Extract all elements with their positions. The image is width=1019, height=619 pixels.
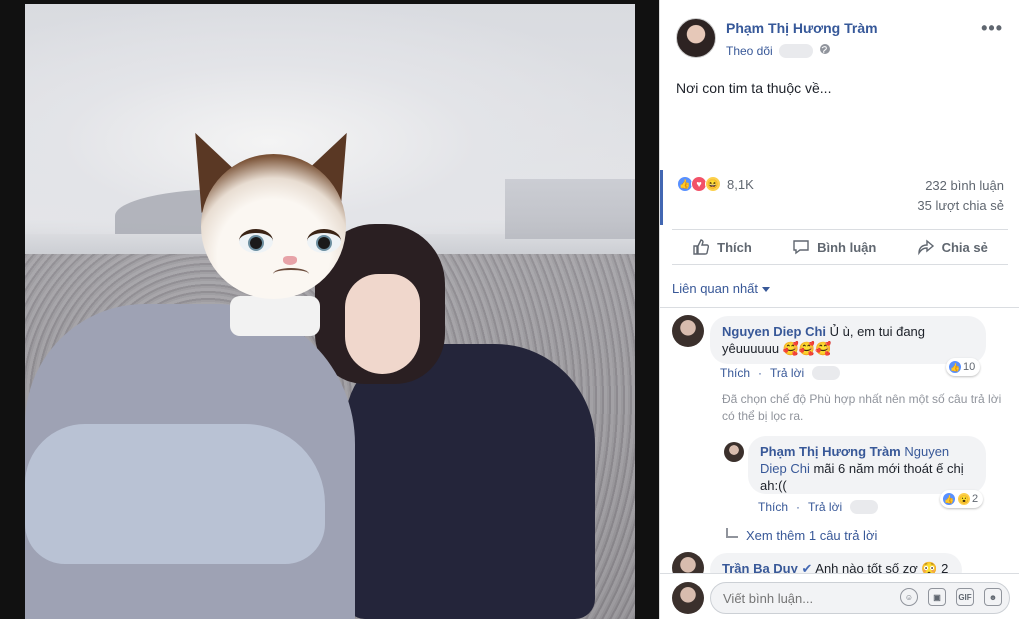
see-more-label: Xem thêm 1 câu trả lời [746, 528, 878, 543]
haha-reaction-icon: 😆 [705, 176, 721, 192]
cat-head [201, 154, 346, 299]
cat-mouth [273, 268, 309, 280]
author-name[interactable]: Phạm Thị Hương Tràm [726, 20, 878, 36]
blurred-timestamp [812, 366, 841, 380]
author-avatar[interactable] [676, 18, 716, 58]
like-reaction-icon: 👍 [948, 360, 962, 374]
post-header: Phạm Thị Hương Tràm Theo dõi ••• [660, 0, 1019, 70]
current-user-avatar [672, 582, 704, 614]
filtered-notice: Đã chọn chế độ Phù hợp nhất nên một số c… [722, 392, 1002, 423]
post-caption: Nơi con tim ta thuộc về... [676, 80, 832, 96]
more-options-icon[interactable]: ••• [981, 18, 1003, 39]
comment-reaction-badge[interactable]: 👍 10 [946, 358, 981, 376]
post-stats: 👍 ♥ 😆 8,1K 232 bình luận 35 lượt chia sẻ [660, 170, 1019, 225]
comment-button[interactable]: Bình luận [792, 238, 876, 256]
like-label: Thích [717, 239, 752, 255]
photo-man-leg [25, 424, 325, 564]
cat-nose [283, 256, 297, 265]
blurred-timestamp [778, 43, 813, 58]
reply-mention[interactable]: Nguyen [901, 444, 949, 459]
commenter-avatar[interactable] [672, 315, 704, 347]
comment-sort-dropdown[interactable]: Liên quan nhất [672, 281, 771, 296]
reaction-count: 8,1K [727, 176, 754, 192]
post-meta: Theo dõi [726, 43, 831, 58]
composer-tools: ☺ ▣ GIF ☻ [900, 588, 1002, 606]
cat-face-sticker [169, 120, 373, 304]
reply-author-name[interactable]: Phạm Thị Hương Tràm [760, 444, 901, 459]
reply-text-continued: ah:(( [760, 478, 787, 493]
comment-like-link[interactable]: Thích [720, 366, 750, 380]
follow-link[interactable]: Theo dõi [726, 44, 773, 58]
comment-icon [792, 238, 810, 256]
comment-bubble: Nguyen Diep Chi Ủ ù, em tui đang yêuuuuu… [710, 316, 986, 364]
cat-eye-right [307, 229, 341, 253]
photo-woman-body [345, 344, 595, 619]
share-button[interactable]: Chia sẻ [917, 238, 988, 256]
comment-actions: Thích · Trả lời [720, 366, 841, 380]
see-more-replies-link[interactable]: Xem thêm 1 câu trả lời [726, 527, 878, 543]
reply-actions: Thích · Trả lời [758, 500, 879, 514]
blurred-timestamp [850, 500, 879, 514]
comment-text: Ủ ù, em tui đang [826, 324, 926, 339]
reply-mention-continued[interactable]: Diep Chi [760, 461, 810, 476]
sticker-icon[interactable]: ☻ [984, 588, 1002, 606]
gif-icon[interactable]: GIF [956, 588, 974, 606]
reply-like-link[interactable]: Thích [758, 500, 788, 514]
like-button[interactable]: Thích [692, 238, 752, 256]
reply-bubble: Phạm Thị Hương Tràm Nguyen Diep Chi mãi … [748, 436, 986, 494]
thumbs-up-icon [692, 238, 710, 256]
photo-viewer [0, 0, 659, 619]
comment-label: Bình luận [817, 239, 877, 255]
camera-icon[interactable]: ▣ [928, 588, 946, 606]
divider [660, 307, 1019, 308]
comment-composer: ☺ ▣ GIF ☻ [660, 573, 1019, 619]
post-actions: Thích Bình luận Chia sẻ [672, 229, 1008, 265]
reply-arrow-icon [726, 527, 738, 538]
globe-icon [819, 43, 831, 58]
shares-count[interactable]: 35 lượt chia sẻ [917, 198, 1004, 213]
cat-eye-left [239, 229, 273, 253]
like-reaction-icon: 👍 [942, 492, 956, 506]
comment-reaction-count: 10 [963, 361, 976, 373]
share-label: Chia sẻ [941, 239, 988, 255]
wow-reaction-icon: 😮 [957, 492, 971, 506]
comment-text-continued: yêuuuuuu 🥰🥰🥰 [722, 341, 832, 356]
sort-label: Liên quan nhất [672, 281, 759, 296]
post-photo[interactable] [25, 4, 635, 619]
reply-reply-link[interactable]: Trả lời [808, 500, 842, 514]
share-icon [917, 238, 935, 256]
reply-text: mãi 6 năm mới thoát ế chị [809, 461, 964, 476]
photo-city [505, 179, 635, 239]
commenter-name[interactable]: Nguyen Diep Chi [722, 324, 826, 339]
comments-count[interactable]: 232 bình luận [925, 178, 1004, 193]
post-side-panel: Phạm Thị Hương Tràm Theo dõi ••• Nơi con… [659, 0, 1019, 619]
reaction-summary[interactable]: 👍 ♥ 😆 8,1K [677, 176, 754, 192]
emoji-icon[interactable]: ☺ [900, 588, 918, 606]
reply-reaction-badge[interactable]: 👍 😮 2 [940, 490, 984, 508]
reply-reaction-count: 2 [972, 493, 979, 505]
reply-avatar[interactable] [724, 442, 744, 462]
caret-down-icon [762, 287, 771, 293]
comment-reply-link[interactable]: Trả lời [770, 366, 804, 380]
